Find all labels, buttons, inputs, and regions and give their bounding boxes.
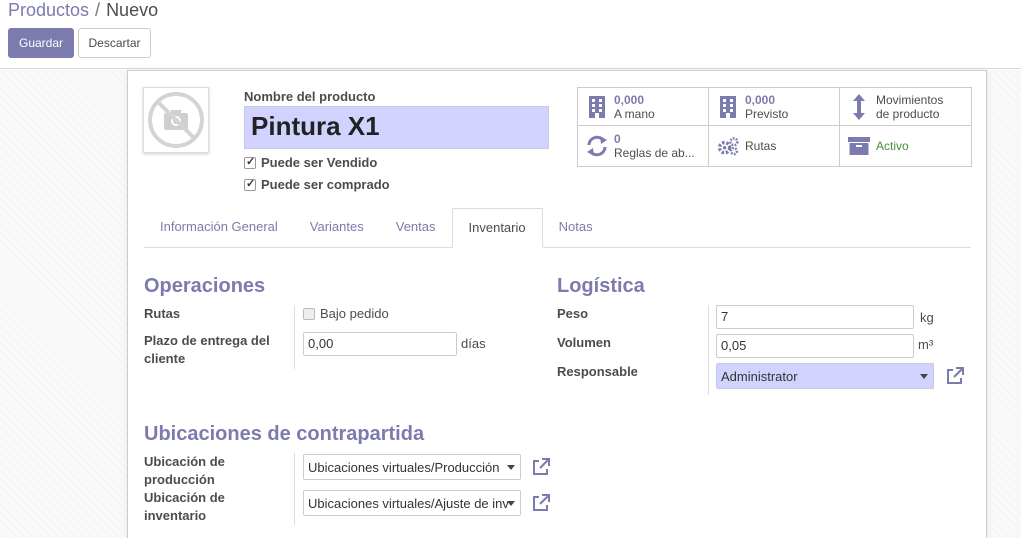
product-name-input[interactable]: Pintura X1 xyxy=(244,106,549,149)
external-link-icon[interactable] xyxy=(945,366,965,386)
gears-icon xyxy=(717,135,739,157)
discard-button[interactable]: Descartar xyxy=(78,28,151,58)
weight-unit: kg xyxy=(920,310,934,325)
control-panel: Productos / Nuevo Guardar Descartar xyxy=(0,0,1021,69)
logistics-title: Logística xyxy=(557,275,645,297)
active-status-label: Activo xyxy=(876,139,909,153)
weight-input[interactable]: 7 xyxy=(716,305,914,329)
product-moves-button[interactable]: Movimientos de producto xyxy=(840,88,971,126)
can-be-sold-checkbox[interactable] xyxy=(244,155,256,169)
on-hand-label: A mano xyxy=(614,106,655,121)
production-location-select[interactable]: Ubicaciones virtuales/Producción xyxy=(303,454,521,480)
can-be-purchased-field[interactable]: Puede ser comprado xyxy=(244,177,390,192)
production-location-value: Ubicaciones virtuales/Producción xyxy=(308,460,500,475)
on-hand-value: 0,000 xyxy=(614,92,645,107)
responsible-select[interactable]: Administrator xyxy=(716,363,934,389)
volume-unit: m³ xyxy=(918,337,934,352)
save-button[interactable]: Guardar xyxy=(8,28,74,58)
caret-down-icon xyxy=(507,501,515,506)
external-link-icon[interactable] xyxy=(531,457,551,477)
volume-label: Volumen xyxy=(557,335,611,350)
smart-buttons: 0,000 A mano 0,000 Previsto Movimientos de … xyxy=(577,87,972,167)
breadcrumb: Productos / Nuevo xyxy=(8,0,158,21)
make-to-order-checkbox[interactable] xyxy=(303,307,315,320)
product-moves-label: Movimientos xyxy=(876,92,944,107)
breadcrumb-parent[interactable]: Productos xyxy=(8,0,89,21)
lead-time-label: Plazo de entrega del cliente xyxy=(144,333,270,366)
breadcrumb-current: Nuevo xyxy=(106,0,159,20)
forecast-value: 0,000 xyxy=(745,92,776,107)
tab-inventory[interactable]: Inventario xyxy=(451,208,543,248)
on-hand-button[interactable]: 0,000 A mano xyxy=(578,88,709,126)
routes-button[interactable]: Rutas xyxy=(709,126,840,166)
operations-title: Operaciones xyxy=(144,275,266,297)
building-icon xyxy=(717,95,739,119)
tab-general-info[interactable]: Información General xyxy=(144,208,294,247)
tab-sales[interactable]: Ventas xyxy=(380,208,452,247)
counterpart-divider xyxy=(294,453,295,525)
breadcrumb-separator: / xyxy=(95,0,101,20)
routes-field-label: Rutas xyxy=(144,306,181,321)
arrows-vertical-icon xyxy=(848,93,870,120)
reorder-rules-value: 0 xyxy=(614,132,621,146)
notebook-tabs: Información General Variantes Ventas Inv… xyxy=(144,208,971,248)
forecast-label: Previsto xyxy=(745,106,789,121)
responsible-label: Responsable xyxy=(557,364,638,379)
building-icon xyxy=(586,95,608,119)
form-sheet: Nombre del producto Pintura X1 Puede ser… xyxy=(127,70,987,538)
caret-down-icon xyxy=(920,374,928,379)
external-link-icon[interactable] xyxy=(531,493,551,513)
forecast-button[interactable]: 0,000 Previsto xyxy=(709,88,840,126)
caret-down-icon xyxy=(507,465,515,470)
active-toggle-button[interactable]: Activo xyxy=(840,126,971,166)
inventory-location-label: Ubicación de inventario xyxy=(144,490,225,523)
make-to-order-label: Bajo pedido xyxy=(320,306,389,321)
logistics-divider xyxy=(708,305,709,395)
lead-time-unit: días xyxy=(461,336,486,351)
reorder-rules-label: Reglas de ab... xyxy=(614,146,695,160)
inventory-location-value: Ubicaciones virtuales/Ajuste de inv xyxy=(308,496,509,511)
inventory-location-select[interactable]: Ubicaciones virtuales/Ajuste de inv xyxy=(303,490,521,516)
production-location-label: Ubicación de producción xyxy=(144,454,225,487)
product-image[interactable] xyxy=(143,87,209,153)
volume-input[interactable]: 0,05 xyxy=(716,334,914,358)
counterpart-locations-title: Ubicaciones de contrapartida xyxy=(144,423,425,445)
operations-divider xyxy=(294,305,295,369)
product-name-label: Nombre del producto xyxy=(244,89,376,104)
lead-time-input[interactable]: 0,00 xyxy=(303,332,457,356)
reorder-rules-button[interactable]: 0 Reglas de ab... xyxy=(578,126,709,166)
can-be-sold-field[interactable]: Puede ser Vendido xyxy=(244,155,377,170)
can-be-sold-label: Puede ser Vendido xyxy=(261,155,378,170)
weight-label: Peso xyxy=(557,306,589,321)
archive-icon xyxy=(848,136,870,156)
product-moves-label-2: de producto xyxy=(876,106,940,121)
tab-notes[interactable]: Notas xyxy=(543,208,609,247)
camera-placeholder-icon xyxy=(148,92,204,148)
responsible-value: Administrator xyxy=(721,369,798,384)
routes-label: Rutas xyxy=(745,139,777,153)
refresh-icon xyxy=(586,135,608,157)
can-be-purchased-label: Puede ser comprado xyxy=(261,177,390,192)
can-be-purchased-checkbox[interactable] xyxy=(244,177,256,191)
make-to-order-field[interactable]: Bajo pedido xyxy=(303,306,389,321)
tab-variants[interactable]: Variantes xyxy=(294,208,380,247)
